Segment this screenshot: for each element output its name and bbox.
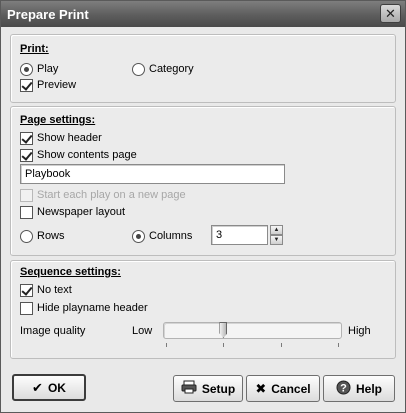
show-header-checkbox[interactable]: Show header — [20, 131, 102, 145]
new-page-checkbox-box[interactable] — [20, 188, 33, 202]
checkmark-icon: ✔ — [32, 379, 43, 395]
columns-radio-button[interactable] — [132, 229, 145, 243]
spin-down-arrow-icon[interactable]: ▼ — [270, 235, 283, 245]
hide-header-checkbox[interactable]: Hide playname header — [20, 301, 148, 315]
rows-radio-button[interactable] — [20, 229, 33, 243]
play-radio-label: Play — [37, 63, 59, 75]
preview-checkbox-label: Preview — [37, 79, 77, 91]
help-icon: ? — [336, 380, 351, 398]
page-settings-title: Page settings: — [20, 114, 96, 126]
close-icon: ✕ — [385, 6, 396, 21]
show-contents-checkbox-box[interactable] — [20, 148, 33, 162]
new-page-label: Start each play on a new page — [37, 189, 186, 201]
hide-header-label: Hide playname header — [37, 302, 148, 314]
page-settings-group: Page settings: Show header Show contents… — [10, 106, 396, 256]
slider-tick — [166, 343, 167, 347]
sequence-settings-title: Sequence settings: — [20, 266, 121, 278]
setup-button[interactable]: Setup — [173, 375, 243, 402]
x-icon: ✖ — [255, 380, 267, 396]
columns-count-input[interactable]: 3 — [211, 225, 268, 245]
quality-high-label: High — [348, 325, 371, 337]
help-button[interactable]: ? Help — [323, 375, 395, 402]
columns-radio-label: Columns — [149, 230, 193, 242]
play-radio[interactable]: Play — [20, 62, 58, 76]
show-header-checkbox-box[interactable] — [20, 131, 33, 145]
hide-header-checkbox-box[interactable] — [20, 301, 33, 315]
title-bar: Prepare Print ✕ — [1, 1, 405, 27]
setup-button-label: Setup — [201, 381, 236, 396]
category-radio-button[interactable] — [132, 62, 145, 76]
no-text-checkbox-box[interactable] — [20, 283, 33, 297]
help-button-label: Help — [355, 381, 382, 396]
sequence-settings-group: Sequence settings: No text Hide playname… — [10, 260, 396, 359]
show-contents-checkbox[interactable]: Show contents page — [20, 148, 137, 162]
rows-radio-label: Rows — [37, 230, 65, 242]
columns-radio[interactable]: Columns — [132, 229, 192, 243]
window-title: Prepare Print — [7, 7, 89, 22]
play-radio-button[interactable] — [20, 62, 33, 76]
spin-up-arrow-icon[interactable]: ▲ — [270, 225, 283, 235]
newspaper-checkbox-box[interactable] — [20, 205, 33, 219]
print-group: Print: Play Category Preview — [10, 34, 396, 103]
preview-checkbox-box[interactable] — [20, 78, 33, 92]
category-radio[interactable]: Category — [132, 62, 194, 76]
printer-icon — [181, 380, 197, 397]
quality-low-label: Low — [132, 325, 153, 337]
ok-button-label: OK — [47, 380, 66, 395]
columns-spinner[interactable]: ▲ ▼ — [270, 225, 283, 245]
slider-tick — [281, 343, 282, 347]
image-quality-label: Image quality — [20, 325, 86, 337]
show-contents-label: Show contents page — [37, 149, 137, 161]
new-page-checkbox[interactable]: Start each play on a new page — [20, 188, 186, 202]
show-header-label: Show header — [37, 132, 102, 144]
slider-tick — [223, 343, 224, 347]
print-group-title: Print: — [20, 43, 49, 55]
newspaper-label: Newspaper layout — [37, 206, 126, 218]
category-radio-label: Category — [149, 63, 194, 75]
close-button[interactable]: ✕ — [380, 4, 401, 23]
prepare-print-dialog: Prepare Print ✕ Print: Play Category Pre… — [0, 0, 406, 413]
image-quality-slider[interactable] — [163, 322, 342, 339]
slider-tick — [338, 343, 339, 347]
no-text-checkbox[interactable]: No text — [20, 283, 72, 297]
preview-checkbox[interactable]: Preview — [20, 78, 76, 92]
contents-title-input[interactable]: Playbook — [20, 164, 285, 184]
cancel-button-label: Cancel — [271, 381, 311, 396]
cancel-button[interactable]: ✖ Cancel — [246, 375, 320, 402]
ok-button[interactable]: ✔ OK — [12, 374, 86, 401]
rows-radio[interactable]: Rows — [20, 229, 65, 243]
newspaper-checkbox[interactable]: Newspaper layout — [20, 205, 125, 219]
svg-text:?: ? — [340, 382, 347, 394]
no-text-label: No text — [37, 284, 72, 296]
